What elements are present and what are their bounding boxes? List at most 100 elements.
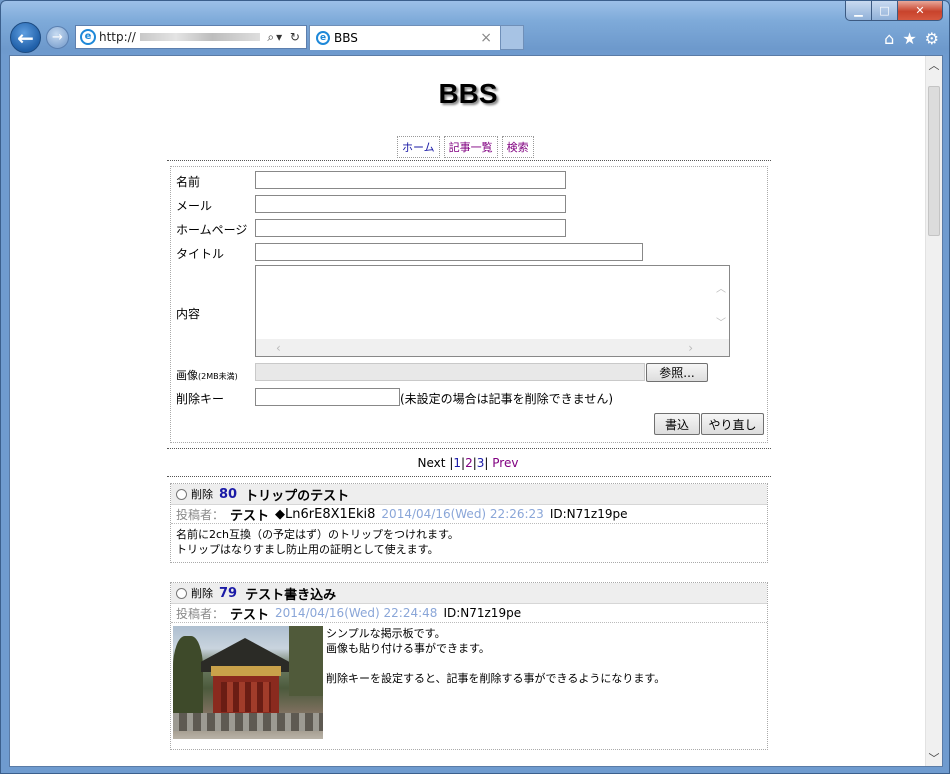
tab-title: BBS — [334, 31, 358, 45]
mail-input[interactable] — [255, 195, 566, 213]
textarea-vertical-scrollbar[interactable]: ︿ ﹀ — [712, 266, 729, 340]
title-label: タイトル — [176, 247, 225, 261]
browse-button[interactable]: 参照... — [646, 363, 708, 382]
reset-button[interactable]: やり直し — [701, 413, 764, 435]
delete-label: 削除 — [191, 488, 213, 501]
post-number[interactable]: 79 — [219, 586, 237, 601]
address-text: http:// — [99, 30, 136, 44]
poster-label: 投稿者： — [176, 507, 225, 522]
home-icon[interactable]: ⌂ — [884, 29, 894, 48]
poster-label: 投稿者： — [176, 606, 225, 621]
divider — [167, 160, 771, 161]
ie-logo-icon: e — [80, 29, 96, 45]
arrow-left-icon: ← — [17, 25, 34, 50]
post-header: 削除 79 テスト書き込み — [171, 583, 767, 604]
pager-page-1[interactable]: 1 — [453, 456, 461, 470]
post-image[interactable] — [173, 626, 323, 739]
poster-name: テスト — [230, 607, 270, 623]
page-vertical-scrollbar[interactable]: ︿ ﹀ — [925, 56, 942, 766]
address-tools[interactable]: ⌕▾ ↻ — [267, 30, 306, 45]
toolbar-icons: ⌂ ★ ⚙ — [884, 29, 939, 48]
pager-separator: | — [484, 456, 489, 470]
mail-label: メール — [176, 199, 213, 213]
divider — [167, 476, 771, 477]
textarea-horizontal-scrollbar[interactable]: ‹ › — [256, 339, 713, 356]
address-blurred-host — [139, 33, 260, 41]
navigation-bar: ← → e http:// ⌕▾ ↻ e BBS × ⌂ ★ ⚙ — [1, 19, 950, 53]
delete-label: 削除 — [191, 587, 213, 600]
pager-page-2[interactable]: 2 — [465, 456, 473, 470]
image-file-field[interactable] — [255, 363, 645, 381]
post-date: 2014/04/16(Wed) 22:26:23 — [381, 507, 544, 521]
post-title: テスト書き込み — [245, 587, 337, 603]
content-label: 内容 — [176, 307, 201, 321]
poster-name: テスト — [230, 508, 270, 524]
maximize-button[interactable]: □ — [872, 1, 898, 21]
delkey-input[interactable] — [255, 388, 400, 406]
browser-window: ▁ □ ✕ ← → e http:// ⌕▾ ↻ e BBS × ⌂ ★ ⚙ B… — [0, 0, 950, 774]
homepage-label: ホームページ — [176, 223, 248, 237]
photo-lanterns — [173, 713, 323, 731]
pager-next[interactable]: Next — [418, 456, 446, 470]
scroll-thumb[interactable] — [928, 86, 940, 236]
new-tab-button[interactable] — [501, 25, 524, 50]
delkey-label: 削除キー — [176, 392, 225, 406]
page-content: BBS ホーム 記事一覧 検索 名前 メール ホームページ タイトル 内容 ︿ … — [10, 56, 926, 766]
star-icon[interactable]: ★ — [902, 29, 916, 48]
post-date: 2014/04/16(Wed) 22:24:48 — [275, 606, 438, 620]
post-id: ID:N71z19pe — [443, 606, 522, 620]
homepage-input[interactable] — [255, 219, 566, 237]
page-title: BBS — [438, 78, 498, 109]
delete-radio[interactable] — [176, 587, 187, 599]
pagination: Next |1|2|3| Prev — [417, 456, 519, 470]
menu-link-search[interactable]: 検索 — [501, 136, 534, 158]
close-window-button[interactable]: ✕ — [898, 1, 943, 21]
page-viewport: BBS ホーム 記事一覧 検索 名前 メール ホームページ タイトル 内容 ︿ … — [9, 55, 943, 767]
scroll-up-icon[interactable]: ︿ — [926, 56, 942, 73]
delkey-note: (未設定の場合は記事を削除できません) — [400, 392, 614, 406]
gear-icon[interactable]: ⚙ — [925, 29, 939, 48]
post-body: シンプルな掲示板です。 画像も貼り付ける事ができます。 削除キーを設定すると、記… — [171, 623, 767, 739]
post-79: 削除 79 テスト書き込み 投稿者： テスト 2014/04/16(Wed) 2… — [170, 582, 768, 750]
arrow-right-icon: → — [52, 30, 63, 45]
post-id: ID:N71z19pe — [549, 507, 628, 521]
minimize-button[interactable]: ▁ — [845, 1, 872, 21]
image-label: 画像(2MB未満) — [176, 367, 238, 383]
forward-button[interactable]: → — [46, 26, 69, 49]
submit-button[interactable]: 書込 — [654, 413, 700, 435]
image-size-note: (2MB未満) — [198, 372, 238, 381]
textarea-scroll-corner — [712, 339, 729, 356]
content-textarea[interactable]: ︿ ﹀ ‹ › — [255, 265, 730, 357]
close-tab-icon[interactable]: × — [480, 30, 492, 46]
menu-link-articles[interactable]: 記事一覧 — [443, 136, 498, 158]
ie-logo-icon: e — [316, 31, 330, 45]
menu-links: ホーム 記事一覧 検索 — [397, 136, 534, 158]
photo-tree — [173, 636, 203, 716]
post-80: 削除 80 トリップのテスト 投稿者： テスト ◆Ln6rE8X1Eki8 20… — [170, 483, 768, 563]
name-label: 名前 — [176, 175, 201, 189]
post-header: 削除 80 トリップのテスト — [171, 484, 767, 505]
post-body: 名前に2ch互換（の予定はず）のトリップをつけれます。 トリップはなりすまし防止… — [171, 524, 767, 560]
pager-prev[interactable]: Prev — [492, 456, 518, 470]
menu-link-home[interactable]: ホーム — [397, 136, 440, 158]
delete-radio[interactable] — [176, 488, 187, 500]
photo-tree — [289, 626, 323, 696]
post-meta: 投稿者： テスト ◆Ln6rE8X1Eki8 2014/04/16(Wed) 2… — [171, 505, 767, 524]
name-input[interactable] — [255, 171, 566, 189]
post-number[interactable]: 80 — [219, 487, 237, 502]
address-bar[interactable]: e http:// ⌕▾ ↻ — [75, 25, 307, 49]
photo-eave — [211, 666, 281, 676]
tab-bbs[interactable]: e BBS × — [309, 25, 501, 50]
scroll-down-icon[interactable]: ﹀ — [926, 749, 942, 766]
post-meta: 投稿者： テスト 2014/04/16(Wed) 22:24:48 ID:N71… — [171, 604, 767, 623]
title-input[interactable] — [255, 243, 643, 261]
post-line: 名前に2ch互換（の予定はず）のトリップをつけれます。 — [176, 528, 459, 541]
post-form: 名前 メール ホームページ タイトル 内容 ︿ ﹀ ‹ › 画像(2MB未満) … — [170, 166, 768, 443]
chevron-right-icon: › — [688, 340, 693, 355]
back-button[interactable]: ← — [10, 22, 41, 53]
photo-wall-panels — [221, 682, 271, 712]
chevron-up-icon: ︿ — [716, 284, 726, 295]
poster-trip: ◆Ln6rE8X1Eki8 — [275, 506, 376, 522]
post-title: トリップのテスト — [245, 488, 350, 504]
post-line: トリップはなりすまし防止用の証明として使えます。 — [176, 543, 439, 556]
